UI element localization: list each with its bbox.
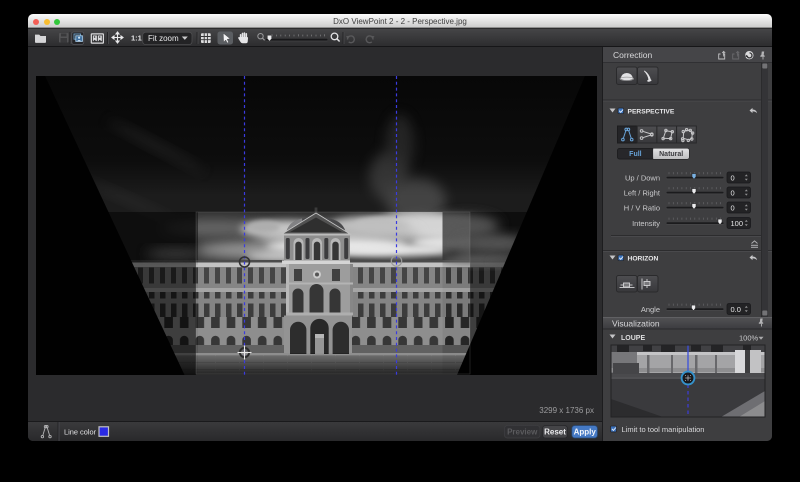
svg-text:0.0: 0.0 bbox=[731, 305, 741, 314]
svg-text:0: 0 bbox=[731, 173, 735, 182]
svg-text:H / V Ratio: H / V Ratio bbox=[624, 203, 660, 212]
svg-text:Full: Full bbox=[629, 151, 641, 158]
svg-text:PERSPECTIVE: PERSPECTIVE bbox=[628, 109, 675, 116]
svg-text:Fit zoom: Fit zoom bbox=[148, 34, 179, 43]
svg-text:Apply: Apply bbox=[574, 428, 597, 437]
svg-text:1:1: 1:1 bbox=[131, 33, 142, 42]
svg-text:0: 0 bbox=[731, 188, 735, 197]
svg-text:Visualization: Visualization bbox=[612, 319, 660, 329]
svg-text:0: 0 bbox=[731, 203, 735, 212]
svg-text:Up / Down: Up / Down bbox=[625, 173, 660, 182]
svg-text:Limit to tool manipulation: Limit to tool manipulation bbox=[622, 425, 705, 434]
svg-text:Angle: Angle bbox=[641, 305, 660, 314]
svg-text:Left / Right: Left / Right bbox=[624, 188, 661, 197]
svg-text:Reset: Reset bbox=[544, 428, 566, 437]
svg-text:HORIZON: HORIZON bbox=[628, 256, 659, 263]
svg-text:Line color: Line color bbox=[64, 428, 97, 437]
svg-text:LOUPE: LOUPE bbox=[621, 335, 645, 342]
svg-text:100: 100 bbox=[731, 219, 744, 228]
svg-text:Correction: Correction bbox=[613, 50, 652, 60]
svg-text:Preview: Preview bbox=[507, 428, 538, 437]
svg-text:Intensity: Intensity bbox=[632, 219, 660, 228]
svg-text:100%: 100% bbox=[739, 334, 759, 343]
svg-text:Natural: Natural bbox=[659, 151, 683, 158]
